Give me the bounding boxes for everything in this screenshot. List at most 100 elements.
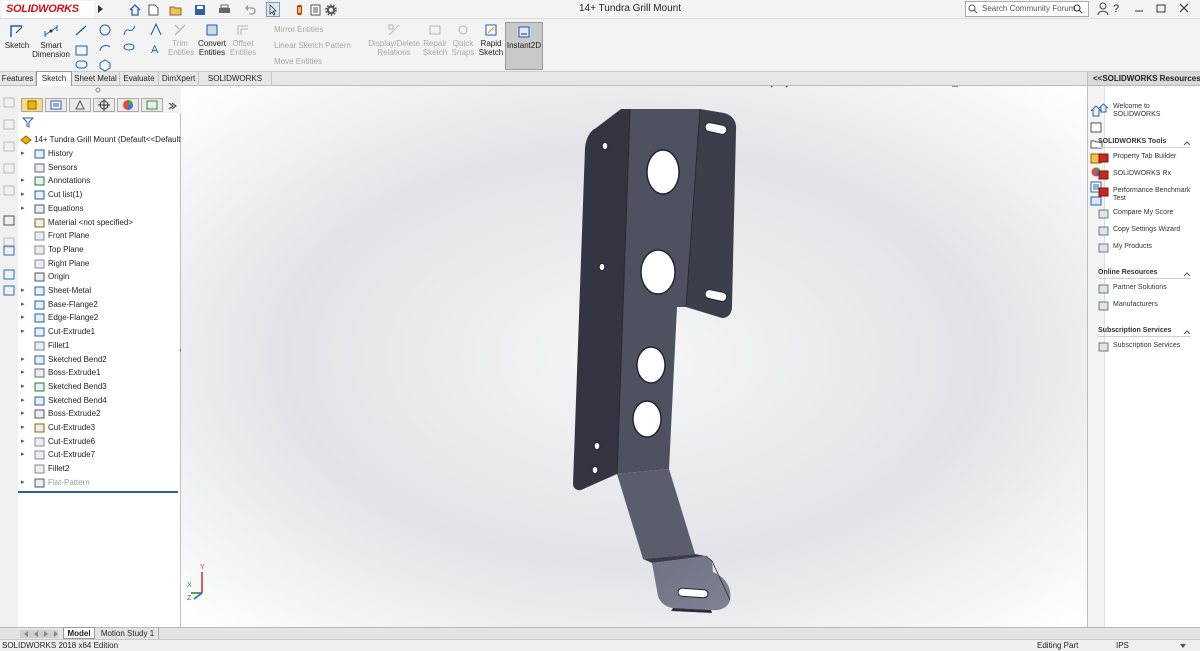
file-properties-icon[interactable] — [309, 2, 322, 17]
property-manager-tab[interactable] — [45, 98, 67, 112]
account-icon[interactable] — [1097, 2, 1111, 16]
expand-icon[interactable]: ▸ — [21, 448, 29, 462]
tree-item-sensors[interactable]: Sensors — [18, 161, 181, 175]
tree-item-flat-pattern[interactable]: ▸ Flat-Pattern — [18, 476, 181, 490]
line-tools-icon[interactable] — [74, 23, 90, 79]
expand-icon[interactable]: ▸ — [21, 366, 29, 380]
tab-sheet-metal[interactable]: Sheet Metal — [72, 72, 120, 86]
tree-item-base-flange2[interactable]: ▸ Base-Flange2 — [18, 298, 181, 312]
offset-entities-button[interactable]: Offset Entities — [230, 23, 256, 57]
options-gear-icon[interactable] — [324, 2, 338, 17]
open-icon[interactable] — [168, 2, 184, 17]
tree-item-front-plane[interactable]: Front Plane — [18, 229, 181, 243]
convert-entities-button[interactable]: Convert Entities — [196, 23, 228, 57]
display-delete-relations-button[interactable]: Display/Delete Relations — [368, 23, 420, 57]
spline-tools-icon[interactable] — [122, 23, 138, 63]
instant2d-button[interactable]: Instant2D — [505, 22, 543, 70]
expand-icon[interactable]: ▸ — [21, 325, 29, 339]
tree-item-annotations[interactable]: ▸ Annotations — [18, 174, 181, 188]
linear-sketch-pattern-button[interactable]: Linear Sketch Pattern — [260, 41, 360, 50]
dimxpert-manager-tab[interactable] — [93, 98, 115, 112]
filter-icon[interactable] — [22, 117, 34, 128]
tree-item-cut-extrude6[interactable]: ▸ Cut-Extrude6 — [18, 435, 181, 449]
model-view[interactable]: Y X Z — [181, 86, 1087, 627]
search-magnifier-icon[interactable] — [1073, 4, 1083, 14]
solidworks-logo[interactable]: SOLIDWORKS — [2, 1, 94, 18]
tree-item-material-not-specified[interactable]: Material <not specified> — [18, 216, 181, 230]
rebuild-icon[interactable] — [294, 2, 304, 17]
tree-item-cut-extrude7[interactable]: ▸ Cut-Extrude7 — [18, 448, 181, 462]
collapse-chevron-icon[interactable] — [1183, 329, 1191, 335]
task-pane-section-header[interactable]: SOLIDWORKS Tools — [1098, 138, 1191, 148]
tree-item-edge-flange2[interactable]: ▸ Edge-Flange2 — [18, 311, 181, 325]
tree-item-equations[interactable]: ▸ Equations — [18, 202, 181, 216]
design-library-icon[interactable] — [1090, 122, 1102, 133]
tree-item-sketched-bend4[interactable]: ▸ Sketched Bend4 — [18, 394, 181, 408]
move-entities-button[interactable]: Move Entities — [260, 57, 350, 66]
tab-motion-study[interactable]: Motion Study 1 — [97, 628, 159, 639]
new-document-icon[interactable] — [146, 2, 160, 17]
rollback-bar[interactable] — [18, 491, 178, 493]
tree-item-cut-list-1[interactable]: ▸ Cut list(1) — [18, 188, 181, 202]
tab-features[interactable]: Features — [0, 72, 36, 86]
repair-sketch-button[interactable]: Repair Sketch — [422, 23, 448, 57]
help-icon[interactable]: ? — [1113, 3, 1119, 15]
tree-item-top-plane[interactable]: Top Plane — [18, 243, 181, 257]
feature-manager-tab[interactable] — [21, 98, 43, 112]
status-units[interactable]: IPS — [1116, 640, 1129, 651]
search-input[interactable]: Search Community Forum — [965, 1, 1089, 17]
expand-icon[interactable]: ▸ — [21, 394, 29, 408]
panel-grip-icon[interactable] — [95, 87, 101, 93]
tree-item-fillet2[interactable]: Fillet2 — [18, 462, 181, 476]
expand-icon[interactable]: ▸ — [21, 435, 29, 449]
expand-icon[interactable]: ▸ — [21, 147, 29, 161]
expand-icon[interactable]: ▸ — [21, 421, 29, 435]
tree-item-sheet-metal[interactable]: ▸ Sheet-Metal — [18, 284, 181, 298]
expand-icon[interactable]: ▸ — [21, 174, 29, 188]
save-icon[interactable] — [193, 2, 207, 17]
display-manager-tab[interactable] — [117, 98, 139, 112]
print-icon[interactable] — [217, 2, 231, 17]
minimize-icon[interactable] — [1134, 1, 1146, 15]
expand-icon[interactable]: ▸ — [21, 298, 29, 312]
smart-dimension-button[interactable]: Smart Dimension — [32, 23, 70, 59]
collapse-chevron-icon[interactable] — [1183, 271, 1191, 277]
tree-item-boss-extrude1[interactable]: ▸ Boss-Extrude1 — [18, 366, 181, 380]
tab-solidworks-cam[interactable]: SOLIDWORKS CAM — [199, 72, 272, 96]
trim-entities-button[interactable]: Trim Entities — [168, 23, 194, 57]
expand-icon[interactable]: ▸ — [21, 353, 29, 367]
units-dropdown-icon[interactable] — [1178, 642, 1188, 650]
tree-item-boss-extrude2[interactable]: ▸ Boss-Extrude2 — [18, 407, 181, 421]
tree-item-origin[interactable]: Origin — [18, 270, 181, 284]
task-pane-section-header[interactable]: Subscription Services — [1098, 327, 1191, 337]
tree-item-cut-extrude1[interactable]: ▸ Cut-Extrude1 — [18, 325, 181, 339]
expand-icon[interactable]: ▸ — [21, 476, 29, 490]
tree-item-right-plane[interactable]: Right Plane — [18, 257, 181, 271]
rapid-sketch-button[interactable]: Rapid Sketch — [477, 23, 505, 57]
tree-item-history[interactable]: ▸ History — [18, 147, 181, 161]
collapse-chevron-icon[interactable] — [1183, 140, 1191, 146]
configuration-manager-tab[interactable] — [69, 98, 91, 112]
tree-item-fillet1[interactable]: Fillet1 — [18, 339, 181, 353]
tab-scroll-icon[interactable] — [166, 101, 178, 111]
graphics-area[interactable]: Y X Z — [181, 86, 1087, 627]
close-icon[interactable] — [1178, 2, 1192, 16]
undo-icon[interactable] — [243, 2, 257, 17]
select-icon[interactable] — [266, 2, 280, 17]
forum-icon[interactable] — [1090, 196, 1102, 206]
home-icon[interactable] — [128, 2, 142, 17]
expand-icon[interactable]: ▸ — [21, 407, 29, 421]
expand-icon[interactable]: ▸ — [21, 284, 29, 298]
task-pane-header[interactable]: <<SOLIDWORKS Resources — [1088, 72, 1200, 86]
tree-item-sketched-bend2[interactable]: ▸ Sketched Bend2 — [18, 353, 181, 367]
text-tools-icon[interactable]: A — [149, 23, 163, 63]
menu-expand-icon[interactable] — [96, 4, 104, 14]
expand-icon[interactable]: ▸ — [21, 311, 29, 325]
tree-item-cut-extrude3[interactable]: ▸ Cut-Extrude3 — [18, 421, 181, 435]
tab-evaluate[interactable]: Evaluate — [120, 72, 159, 86]
tab-model[interactable]: Model — [63, 627, 95, 639]
expand-icon[interactable]: ▸ — [21, 202, 29, 216]
expand-icon[interactable]: ▸ — [21, 380, 29, 394]
tree-root[interactable]: 14+ Tundra Grill Mount (Default<<Default… — [18, 133, 185, 147]
task-pane-section-header[interactable]: Online Resources — [1098, 269, 1191, 279]
